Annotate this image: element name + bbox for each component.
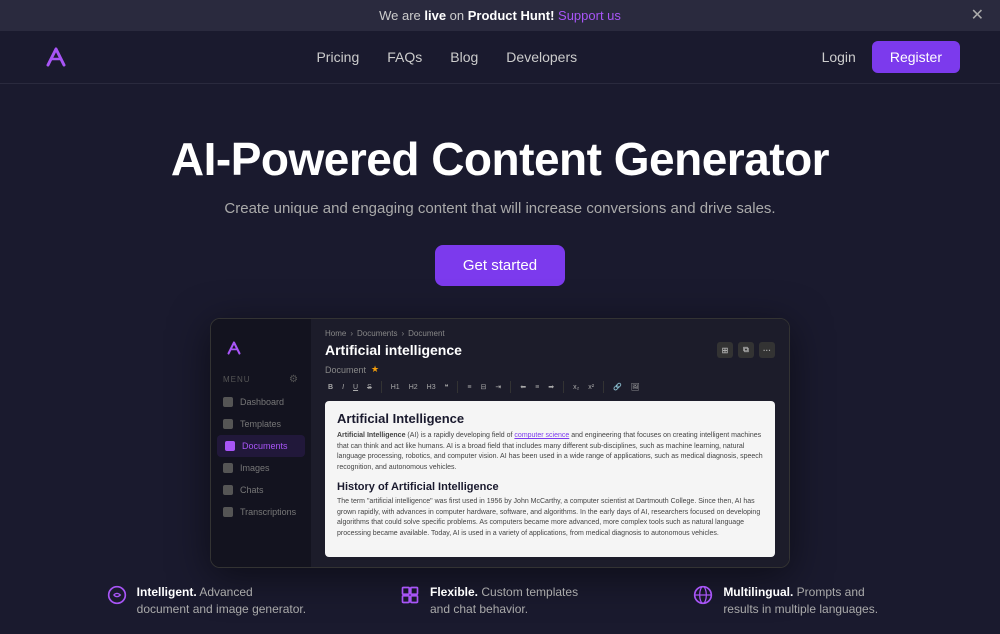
nav-pricing[interactable]: Pricing [316, 49, 359, 65]
toolbar-separator-2 [457, 381, 458, 393]
toolbar-separator-3 [510, 381, 511, 393]
document-title-row: Artificial intelligence ⊞ ⧉ ··· [325, 342, 775, 358]
link-button[interactable]: 🔗 [610, 381, 625, 393]
align-center-button[interactable]: ≡ [532, 381, 542, 393]
logo-icon [40, 41, 72, 73]
strikethrough-button[interactable]: S [364, 381, 375, 393]
close-announcement-button[interactable]: ✕ [971, 8, 984, 24]
features-section: Intelligent. Advanced document and image… [0, 568, 1000, 634]
support-link[interactable]: Support us [558, 8, 621, 23]
feature-intelligent: Intelligent. Advanced document and image… [107, 584, 307, 618]
sidebar-logo [211, 331, 311, 374]
chats-icon [223, 485, 233, 495]
sidebar-settings-icon[interactable]: ⚙ [289, 374, 299, 385]
app-preview: MENU ⚙ Dashboard Templates Documents Ima… [210, 318, 790, 568]
align-right-button[interactable]: ➡ [545, 381, 557, 393]
indent-button[interactable]: ⇥ [492, 381, 504, 393]
feature-flexible-text: Flexible. Custom templates and chat beha… [430, 584, 600, 618]
align-left-button[interactable]: ⬅ [517, 381, 529, 393]
sidebar-item-templates[interactable]: Templates [211, 413, 311, 435]
h1-button[interactable]: H1 [388, 381, 403, 393]
document-action-icons: ⊞ ⧉ ··· [717, 342, 775, 358]
live-badge: live [424, 8, 446, 23]
nav-faqs[interactable]: FAQs [387, 49, 422, 65]
doc-body-paragraph-2: The term "artificial intelligence" was f… [337, 497, 763, 539]
doc-subheading: History of Artificial Intelligence [337, 481, 763, 493]
underline-button[interactable]: U [350, 381, 361, 393]
sidebar-menu-label: MENU ⚙ [211, 374, 311, 391]
login-link[interactable]: Login [822, 49, 856, 65]
bold-button[interactable]: B [325, 381, 336, 393]
sidebar-item-documents[interactable]: Documents [217, 435, 305, 457]
breadcrumb: Home › Documents › Document [325, 329, 775, 338]
feature-flexible: Flexible. Custom templates and chat beha… [400, 584, 600, 618]
sidebar-item-chats[interactable]: Chats [211, 479, 311, 501]
sidebar-item-images[interactable]: Images [211, 457, 311, 479]
feature-intelligent-text: Intelligent. Advanced document and image… [137, 584, 307, 618]
hero-title: AI-Powered Content Generator [40, 132, 960, 186]
nav-blog[interactable]: Blog [450, 49, 478, 65]
doc-ai-bold: Artificial Intelligence [337, 432, 405, 439]
superscript-button[interactable]: x² [585, 381, 597, 393]
star-icon[interactable]: ★ [371, 364, 379, 375]
formatting-toolbar: B I U S H1 H2 H3 ❝ ≡ ⊟ ⇥ ⬅ ≡ ➡ x₂ x² [325, 381, 775, 393]
doc-cs-link[interactable]: computer science [514, 432, 569, 439]
h3-button[interactable]: H3 [424, 381, 439, 393]
templates-icon [223, 419, 233, 429]
platform-name: Product Hunt! [468, 8, 555, 23]
register-button[interactable]: Register [872, 41, 960, 73]
transcriptions-icon [223, 507, 233, 517]
nav-links: Pricing FAQs Blog Developers [316, 49, 577, 65]
sidebar-item-dashboard[interactable]: Dashboard [211, 391, 311, 413]
document-name: Document [325, 365, 366, 375]
sidebar-logo-icon [223, 337, 245, 359]
ol-button[interactable]: ⊟ [477, 381, 489, 393]
share-icon[interactable]: ⊞ [717, 342, 733, 358]
nav-developers[interactable]: Developers [506, 49, 577, 65]
feature-multilingual: Multilingual. Prompts and results in mul… [693, 584, 893, 618]
nav-right: Login Register [822, 41, 960, 73]
sidebar-item-transcriptions[interactable]: Transcriptions [211, 501, 311, 523]
doc-body-paragraph-1: Artificial Intelligence (AI) is a rapidl… [337, 431, 763, 473]
announcement-text: We are live on Product Hunt! Support us [379, 8, 621, 23]
logo[interactable] [40, 41, 72, 73]
document-name-row: Document ★ [325, 364, 775, 375]
document-title: Artificial intelligence [325, 342, 462, 358]
brain-icon [107, 585, 127, 605]
globe-icon [693, 585, 713, 605]
dashboard-icon [223, 397, 233, 407]
toolbar-separator-5 [603, 381, 604, 393]
subscript-button[interactable]: x₂ [570, 381, 582, 393]
more-icon[interactable]: ··· [759, 342, 775, 358]
puzzle-icon [400, 585, 420, 605]
toolbar-separator-4 [563, 381, 564, 393]
doc-heading: Artificial Intelligence [337, 411, 763, 426]
h2-button[interactable]: H2 [406, 381, 421, 393]
main-document-area: Home › Documents › Document Artificial i… [311, 319, 789, 567]
hero-section: AI-Powered Content Generator Create uniq… [0, 84, 1000, 318]
ul-button[interactable]: ≡ [464, 381, 474, 393]
feature-flexible-title: Flexible. [430, 585, 478, 599]
document-body: Artificial Intelligence Artificial Intel… [325, 401, 775, 557]
main-nav: Pricing FAQs Blog Developers Login Regis… [0, 31, 1000, 84]
copy-icon[interactable]: ⧉ [738, 342, 754, 358]
feature-multilingual-text: Multilingual. Prompts and results in mul… [723, 584, 893, 618]
feature-multilingual-title: Multilingual. [723, 585, 793, 599]
image-button[interactable]: 🖼 [628, 381, 643, 393]
hero-subtitle: Create unique and engaging content that … [40, 200, 960, 217]
documents-icon [225, 441, 235, 451]
feature-intelligent-title: Intelligent. [137, 585, 197, 599]
announcement-bar: We are live on Product Hunt! Support us … [0, 0, 1000, 31]
images-icon [223, 463, 233, 473]
toolbar-separator-1 [381, 381, 382, 393]
italic-button[interactable]: I [339, 381, 347, 393]
quote-button[interactable]: ❝ [442, 381, 452, 393]
app-sidebar: MENU ⚙ Dashboard Templates Documents Ima… [211, 319, 311, 567]
get-started-button[interactable]: Get started [435, 245, 565, 286]
